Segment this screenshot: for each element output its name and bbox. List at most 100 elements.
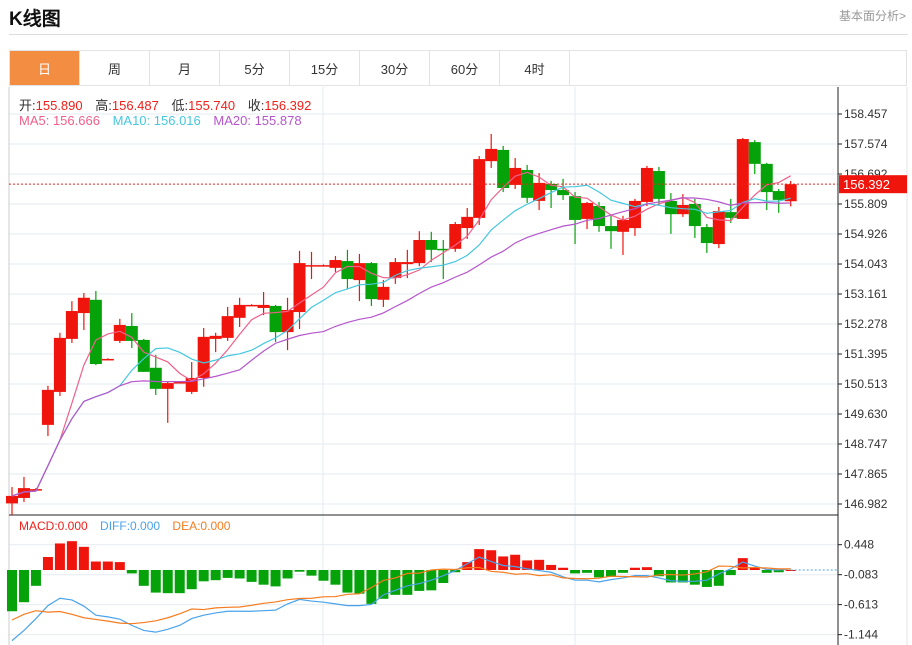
candle-body [101, 358, 114, 361]
candle-body [676, 204, 689, 215]
macd-bar [210, 570, 221, 581]
dea-value: DEA:0.000 [172, 519, 231, 533]
candle [233, 297, 246, 327]
candle [437, 239, 450, 280]
macd-bar [534, 559, 545, 570]
candle-body [89, 299, 102, 365]
candle-body [161, 383, 174, 389]
macd-bar [306, 570, 317, 576]
macd-bar [42, 557, 53, 570]
candle-body [401, 262, 414, 265]
y-tick-label: 150.513 [844, 377, 888, 391]
y-tick-label: 146.982 [844, 497, 888, 511]
macd-bar [270, 570, 281, 587]
candle-body [125, 325, 138, 341]
macd-legend: MACD:0.000 DIFF:0.000 DEA:0.000 [19, 519, 239, 533]
candle [149, 354, 162, 395]
y-tick-label: 153.161 [844, 287, 888, 301]
ma20-value: MA20: 155.878 [213, 113, 302, 128]
macd-bar [78, 546, 89, 570]
y-tick-label: 155.809 [844, 197, 888, 211]
y-tick-label: 149.630 [844, 407, 888, 421]
candle [41, 385, 54, 437]
candle [473, 156, 486, 226]
candle [209, 332, 222, 353]
candle-body [221, 316, 234, 338]
candle-body [245, 304, 258, 307]
candle-body [149, 367, 162, 389]
candle-body [269, 305, 282, 333]
low-value: 155.740 [188, 98, 236, 113]
macd-bar [7, 570, 17, 612]
macd-bar [546, 564, 557, 570]
high-value: 156.487 [111, 98, 159, 113]
candle [161, 381, 174, 423]
ma5-value: MA5: 156.666 [19, 113, 100, 128]
candle [317, 264, 330, 267]
candle-body [77, 297, 90, 314]
macd-bar [617, 570, 628, 573]
candle-body [413, 239, 426, 264]
candle [413, 231, 426, 267]
macd-bar [222, 570, 233, 578]
candle-body [616, 219, 629, 232]
macd-bar [594, 570, 605, 578]
macd-bar [342, 570, 353, 593]
macd-bar [234, 570, 245, 579]
macd-bar [582, 570, 593, 573]
macd-y-tick-label: -0.613 [844, 598, 878, 612]
macd-bar [330, 570, 341, 585]
candle-body [569, 196, 582, 220]
macd-bar [294, 570, 305, 572]
candle-body [41, 389, 54, 425]
diff-line [11, 556, 791, 642]
macd-bar [246, 570, 257, 582]
y-tick-label: 157.574 [844, 137, 888, 151]
candle-body [377, 286, 390, 300]
candle-body [305, 265, 318, 267]
y-tick-label: 147.865 [844, 467, 888, 481]
macd-bar [198, 570, 209, 582]
macd-bar [126, 570, 137, 574]
candle [305, 251, 318, 280]
macd-bar [498, 556, 509, 570]
candle [569, 192, 582, 245]
candle-body [293, 263, 306, 313]
high-label: 高: [95, 98, 112, 113]
candle-body [772, 191, 785, 200]
candle [269, 304, 282, 342]
candle [245, 304, 258, 307]
macd-bar [282, 570, 293, 579]
macd-bar [138, 570, 149, 586]
candle-body [425, 239, 438, 250]
macd-bar [570, 570, 581, 574]
candle-body [233, 304, 246, 318]
candle [293, 250, 306, 330]
macd-bar [354, 570, 365, 594]
candle [616, 215, 629, 255]
ohlc-legend: 开:155.890 高:156.487 低:155.740 收:156.392 [19, 95, 320, 114]
candle [497, 145, 510, 193]
candle [257, 291, 270, 316]
macd-bar [258, 570, 269, 585]
macd-bar [114, 562, 125, 570]
macd-bar [174, 570, 185, 594]
macd-bar [90, 561, 101, 570]
candle [581, 201, 594, 230]
candle-body [652, 170, 665, 199]
y-tick-label: 151.395 [844, 347, 888, 361]
macd-bar [162, 570, 173, 594]
macd-bar [761, 570, 772, 573]
candle-body [209, 335, 222, 339]
candle [485, 133, 498, 168]
y-tick-label: 152.278 [844, 317, 888, 331]
candle-body [640, 167, 653, 202]
candle-body [329, 260, 342, 268]
candle-body [497, 149, 510, 188]
candle-body [365, 263, 378, 300]
macd-y-tick-label: 0.448 [844, 538, 874, 552]
macd-bar [689, 570, 700, 585]
candle-body [581, 202, 594, 219]
candle-body [173, 382, 186, 384]
candle-body [317, 265, 330, 267]
